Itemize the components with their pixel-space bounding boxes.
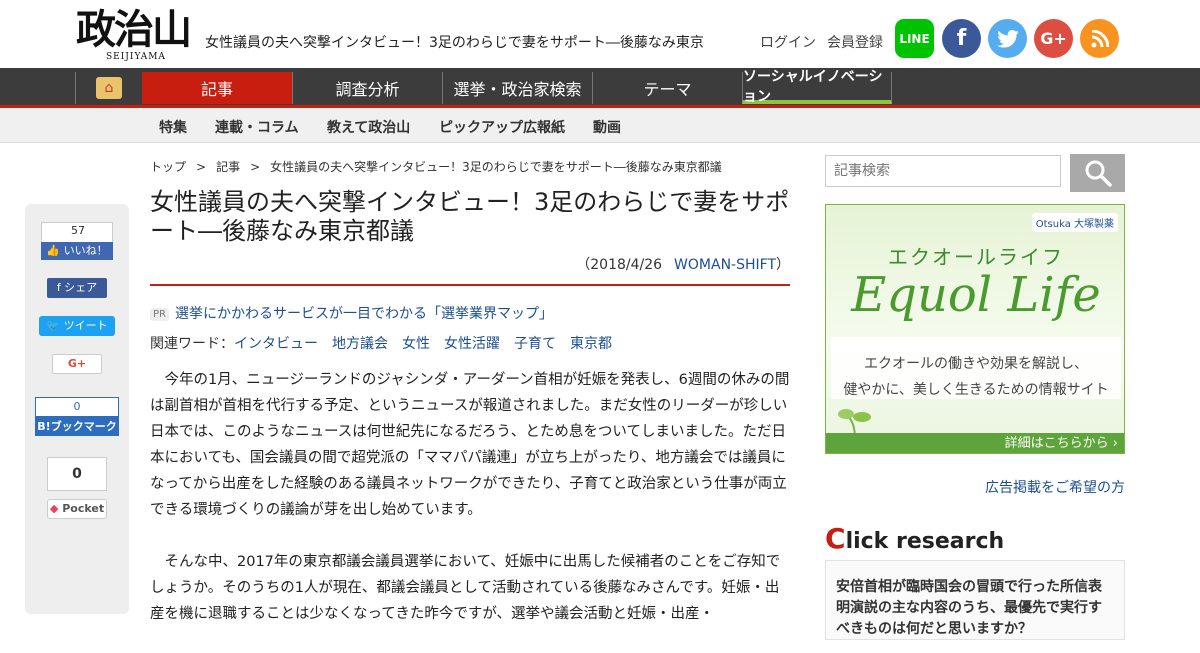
breadcrumb-current: 女性議員の夫へ突撃インタビュー！3足のわらじで妻をサポート―後藤なみ東京都議 <box>270 160 722 174</box>
sprout-icon <box>838 409 871 435</box>
title-divider <box>150 284 790 286</box>
search-button[interactable] <box>1070 154 1125 192</box>
pr-link-row: PR 選挙にかかわるサービスが一目でわかる「選挙業界マップ」 <box>150 303 553 323</box>
related-keywords: 関連ワード：インタビュー 地方議会 女性 女性活躍 子育て 東京都 <box>150 333 626 353</box>
subnav-pickup[interactable]: ピックアップ広報紙 <box>439 117 565 137</box>
keywords-label: 関連ワード： <box>150 336 234 352</box>
nav-research[interactable]: 調査分析 <box>292 72 442 104</box>
equol-life-ad[interactable]: Otsuka 大塚製薬 エクオールライフ Equol Life エクオールの働き… <box>825 204 1125 454</box>
pr-link[interactable]: 選挙にかかわるサービスが一目でわかる「選挙業界マップ」 <box>175 306 553 322</box>
otsuka-logo: Otsuka 大塚製薬 <box>1031 213 1118 232</box>
keyword-link[interactable]: インタビュー <box>234 336 318 352</box>
home-icon: ⌂ <box>96 77 122 99</box>
pocket-count: 0 <box>47 457 107 491</box>
ad-cta-button[interactable]: 詳細はこちらから › <box>826 433 1124 453</box>
subnav-video[interactable]: 動画 <box>593 117 621 137</box>
googleplus-share-button[interactable]: G+ <box>52 354 102 374</box>
facebook-icon[interactable]: f <box>942 19 981 58</box>
article-date: （2018/4/26 <box>576 257 663 273</box>
hatena-bookmark-widget[interactable]: 0 B!ブックマーク <box>35 397 119 437</box>
article-meta: （2018/4/26 WOMAN-SHIFT） <box>576 254 790 274</box>
click-research-box[interactable]: 安倍首相が臨時国会の冒頭で行った所信表明演説の主な内容のうち、最優先で実行すべき… <box>825 560 1125 640</box>
breadcrumb-separator: > <box>250 160 261 174</box>
hatena-bookmark-button[interactable]: B!ブックマーク <box>35 417 119 436</box>
keyword-link[interactable]: 女性活躍 <box>444 336 500 352</box>
site-header: 政治山 SEIJIYAMA 女性議員の夫へ突撃インタビュー！3足のわらじで妻をサ… <box>0 0 1200 68</box>
nav-theme[interactable]: テーマ <box>592 72 742 104</box>
breadcrumb-top[interactable]: トップ <box>150 160 186 174</box>
logo-mark: 政治山 <box>76 6 192 53</box>
like-button[interactable]: 👍 いいね！ <box>41 242 113 260</box>
pr-badge: PR <box>150 307 169 321</box>
click-research-title-initial: C <box>825 522 846 555</box>
share-sidebar: 57 👍 いいね！ f シェア 🐦 ツイート G+ 0 B!ブックマーク 0 ◆… <box>25 204 129 614</box>
googleplus-icon[interactable]: G+ <box>1034 19 1073 58</box>
article-body: 今年の1月、ニュージーランドのジャシンダ・アーダーン首相が妊娠を発表し、6週間の… <box>150 367 790 653</box>
facebook-share-button[interactable]: f シェア <box>47 278 107 298</box>
ad-description-line: 健やかに、美しく生きるための情報サイト <box>843 382 1109 398</box>
ad-description-box: エクオールの働きや効果を解説し、 健やかに、美しく生きるための情報サイト <box>831 337 1121 399</box>
article-paragraph: 今年の1月、ニュージーランドのジャシンダ・アーダーン首相が妊娠を発表し、6週間の… <box>150 372 790 518</box>
article-search-input[interactable] <box>825 155 1061 187</box>
article-title: 女性議員の夫へ突撃インタビュー！3足のわらじで妻をサポート―後藤なみ東京都議 <box>150 188 790 245</box>
hatena-count: 0 <box>35 397 119 417</box>
pocket-label: Pocket <box>62 502 105 515</box>
site-logo[interactable]: 政治山 SEIJIYAMA <box>76 6 196 62</box>
subnav-feature[interactable]: 特集 <box>159 117 187 137</box>
sub-nav: 特集 連載・コラム 教えて政治山 ピックアップ広報紙 動画 <box>0 108 1200 143</box>
logo-subtitle: SEIJIYAMA <box>106 52 166 62</box>
page-heading: 女性議員の夫へ突撃インタビュー！3足のわらじで妻をサポート―後藤なみ東京 <box>205 35 704 51</box>
click-research-title-rest: lick research <box>845 529 1005 554</box>
register-link[interactable]: 会員登録 <box>827 32 883 52</box>
click-research-question[interactable]: 安倍首相が臨時国会の冒頭で行った所信表明演説の主な内容のうち、最優先で実行すべき… <box>836 577 1106 640</box>
breadcrumb-articles[interactable]: 記事 <box>216 160 240 174</box>
click-research-title: Click research <box>825 522 1004 555</box>
line-icon[interactable]: LINE <box>895 19 934 58</box>
ad-description: エクオールの働きや効果を解説し、 健やかに、美しく生きるための情報サイト <box>831 351 1121 403</box>
ad-title-en: Equol Life <box>851 267 1101 323</box>
ad-title-jp: エクオールライフ <box>888 245 1064 269</box>
keyword-link[interactable]: 地方議会 <box>332 336 388 352</box>
breadcrumb: トップ > 記事 > 女性議員の夫へ突撃インタビュー！3足のわらじで妻をサポート―後藤な… <box>150 158 722 175</box>
rss-icon[interactable] <box>1080 19 1119 58</box>
pocket-icon: ◆ <box>49 502 59 515</box>
ad-description-line: エクオールの働きや効果を解説し、 <box>864 356 1088 372</box>
nav-election-search[interactable]: 選挙・政治家検索 <box>442 72 592 104</box>
nav-social-innovation[interactable]: ソーシャルイノベーション <box>742 69 892 105</box>
subnav-series-column[interactable]: 連載・コラム <box>215 117 299 137</box>
article-source-link[interactable]: WOMAN-SHIFT <box>674 257 776 273</box>
advertise-link[interactable]: 広告掲載をご希望の方 <box>985 477 1125 497</box>
keyword-link[interactable]: 東京都 <box>570 336 612 352</box>
like-count: 57 <box>71 224 85 237</box>
login-link[interactable]: ログイン <box>760 32 816 52</box>
main-nav: ⌂ 記事 調査分析 選挙・政治家検索 テーマ ソーシャルイノベーション <box>0 68 1200 108</box>
pocket-button[interactable]: ◆ Pocket <box>47 499 107 519</box>
meta-close-paren: ） <box>776 257 790 273</box>
nav-home[interactable]: ⌂ <box>75 72 142 104</box>
nav-articles[interactable]: 記事 <box>142 72 292 104</box>
facebook-like-widget[interactable]: 57 👍 いいね！ <box>41 222 113 260</box>
tweet-button[interactable]: 🐦 ツイート <box>39 316 115 336</box>
search-icon <box>1085 160 1112 187</box>
twitter-icon[interactable] <box>988 19 1027 58</box>
keyword-link[interactable]: 女性 <box>402 336 430 352</box>
keyword-link[interactable]: 子育て <box>514 336 556 352</box>
article-paragraph: そんな中、2017年の東京都議会議員選挙において、妊娠中に出馬した候補者のことを… <box>150 554 781 622</box>
breadcrumb-separator: > <box>196 160 207 174</box>
subnav-oshiete[interactable]: 教えて政治山 <box>327 117 410 137</box>
